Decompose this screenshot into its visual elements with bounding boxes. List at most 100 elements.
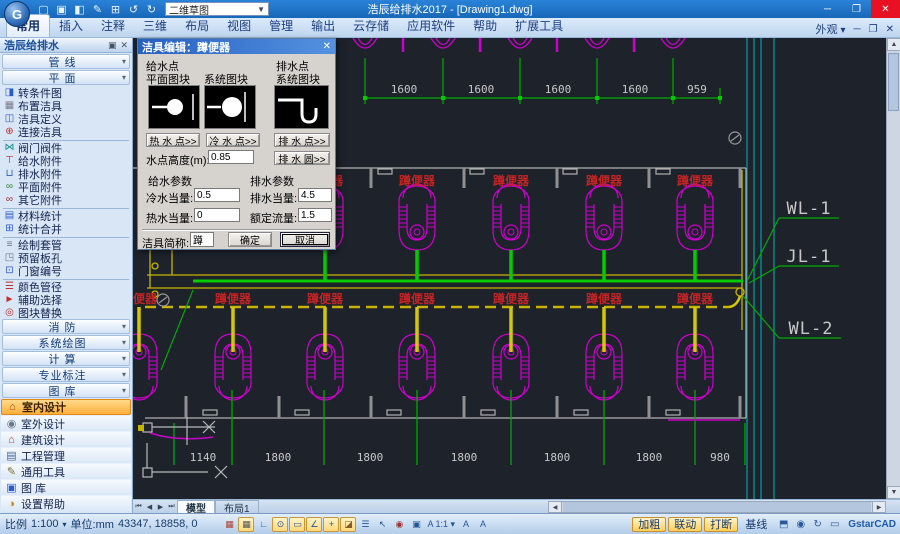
scroll-left-icon[interactable]: ◀: [549, 502, 562, 512]
rated-flow-input[interactable]: 1.5: [298, 208, 332, 222]
scroll-right-icon[interactable]: ▶: [872, 502, 885, 512]
palette-item-其它附件[interactable]: ∞其它附件: [0, 193, 132, 206]
ribbon-tab-注释[interactable]: 注释: [92, 15, 134, 37]
palette-item-通用工具[interactable]: ✎通用工具: [1, 463, 131, 479]
scroll-up-icon[interactable]: ▲: [887, 38, 900, 51]
osnap-icon[interactable]: ▭: [289, 517, 305, 532]
ribbon-tab-三维[interactable]: 三维: [134, 15, 176, 37]
annotation-scale-icon[interactable]: A 1:1 ▾: [425, 517, 457, 532]
horizontal-scroll-thumb[interactable]: [563, 502, 871, 512]
water-height-input[interactable]: 0.85: [208, 150, 254, 164]
palette-group-计算[interactable]: 计 算▾: [2, 351, 130, 366]
ribbon-tab-帮助[interactable]: 帮助: [464, 15, 506, 37]
close-button[interactable]: ✕: [871, 0, 900, 18]
palette-item-连接洁具[interactable]: ⊕连接洁具: [0, 125, 132, 138]
palette-group-平面[interactable]: 平 面▾: [2, 70, 130, 85]
last-sheet-icon[interactable]: ⏭: [166, 503, 177, 511]
selection-cycling-icon[interactable]: ↖: [374, 517, 390, 532]
ribbon-tab-输出[interactable]: 输出: [302, 15, 344, 37]
palette-group-管线[interactable]: 管 线▾: [2, 54, 130, 69]
open-file-icon[interactable]: ▣: [54, 2, 69, 16]
palette-group-专业标注[interactable]: 专业标注▾: [2, 367, 130, 382]
isolate-objects-icon[interactable]: ◉: [792, 517, 809, 532]
scale-value[interactable]: 1:100: [31, 518, 59, 530]
ribbon-tab-布局[interactable]: 布局: [176, 15, 218, 37]
dialog-title-bar[interactable]: 洁具编辑：蹲便器 ✕: [138, 39, 335, 54]
ribbon-tab-云存储[interactable]: 云存储: [344, 15, 398, 37]
toggle-打断[interactable]: 打断: [704, 517, 738, 532]
palette-item-建筑设计[interactable]: ⌂建筑设计: [1, 431, 131, 447]
redo-icon[interactable]: ↻: [144, 2, 159, 16]
lock-ui-icon[interactable]: ⬒: [775, 517, 792, 532]
palette-item-门窗编号[interactable]: ⊡门窗编号: [0, 264, 132, 277]
restore-button[interactable]: ❐: [842, 0, 871, 18]
plot-icon[interactable]: ✎: [90, 2, 105, 16]
dynamic-input-icon[interactable]: +: [323, 517, 339, 532]
cancel-button[interactable]: 取消: [280, 232, 330, 247]
minimize-button[interactable]: ─: [813, 0, 842, 18]
hot-water-point-button[interactable]: 热 水 点>>: [146, 133, 200, 147]
chevron-down-icon[interactable]: ▾: [63, 520, 67, 529]
undo-icon[interactable]: ↺: [126, 2, 141, 16]
app-logo-icon[interactable]: G: [4, 1, 30, 27]
toggle-基线[interactable]: 基线: [740, 517, 772, 532]
drain-block-preview[interactable]: [274, 85, 329, 129]
drain-point-button[interactable]: 排 水 点>>: [274, 133, 330, 147]
palette-item-工程管理[interactable]: ▤工程管理: [1, 447, 131, 463]
doc-minimize-button[interactable]: ─: [854, 24, 861, 35]
pin-icon[interactable]: ▣: [108, 40, 117, 51]
auto-annotation-icon[interactable]: A: [475, 517, 491, 532]
ok-button[interactable]: 确定: [228, 232, 272, 247]
workspace-combo[interactable]: 二维草图 ▼: [165, 2, 269, 16]
close-icon[interactable]: ✕: [323, 41, 331, 52]
close-icon[interactable]: ✕: [120, 40, 128, 51]
appearance-dropdown[interactable]: 外观 ▾: [815, 21, 845, 37]
polar-tracking-icon[interactable]: ⊙: [272, 517, 288, 532]
prev-sheet-icon[interactable]: ◀: [144, 503, 155, 511]
next-sheet-icon[interactable]: ▶: [155, 503, 166, 511]
grid-display-icon[interactable]: ▦: [221, 517, 237, 532]
cold-equiv-input[interactable]: 0.5: [194, 188, 240, 202]
palette-item-图库[interactable]: ▣图 库: [1, 479, 131, 495]
palette-group-图库[interactable]: 图 库▾: [2, 383, 130, 398]
sheet-tab-模型[interactable]: 模型: [177, 500, 215, 513]
cold-water-point-button[interactable]: 冷 水 点>>: [206, 133, 260, 147]
plan-block-preview[interactable]: [148, 85, 200, 129]
drain-equiv-input[interactable]: 4.5: [298, 188, 332, 202]
transparency-icon[interactable]: ☰: [357, 517, 373, 532]
workspace-switch-icon[interactable]: ▣: [408, 517, 424, 532]
horizontal-scrollbar[interactable]: ◀ ▶: [548, 501, 886, 513]
clean-screen-icon[interactable]: ↻: [809, 517, 826, 532]
fullscreen-icon[interactable]: ▭: [826, 517, 843, 532]
annotation-visibility-icon[interactable]: A: [458, 517, 474, 532]
annotation-monitor-icon[interactable]: ◉: [391, 517, 407, 532]
drain-circle-button[interactable]: 排 水 圆>>: [274, 151, 330, 165]
vertical-scrollbar[interactable]: ▲ ▼: [886, 38, 900, 499]
ribbon-tab-应用软件[interactable]: 应用软件: [398, 15, 464, 37]
ribbon-tab-管理[interactable]: 管理: [260, 15, 302, 37]
doc-close-button[interactable]: ✕: [886, 24, 894, 35]
vertical-scroll-thumb[interactable]: [888, 53, 899, 111]
save-file-icon[interactable]: ◧: [72, 2, 87, 16]
first-sheet-icon[interactable]: ⏮: [133, 503, 144, 511]
snap-grid-icon[interactable]: ▦: [238, 517, 254, 532]
short-name-input[interactable]: 蹲: [190, 232, 214, 247]
toggle-联动[interactable]: 联动: [668, 517, 702, 532]
palette-item-室内设计[interactable]: ⌂室内设计: [1, 399, 131, 415]
ribbon-tab-视图[interactable]: 视图: [218, 15, 260, 37]
system-block-preview[interactable]: [204, 85, 256, 129]
hot-equiv-input[interactable]: 0: [194, 208, 240, 222]
toggle-加粗[interactable]: 加粗: [632, 517, 666, 532]
ortho-icon[interactable]: ∟: [255, 517, 271, 532]
ribbon-tab-插入[interactable]: 插入: [50, 15, 92, 37]
palette-group-系统绘图[interactable]: 系统绘图▾: [2, 335, 130, 350]
sheet-tab-布局1[interactable]: 布局1: [215, 500, 259, 513]
ribbon-tab-扩展工具[interactable]: 扩展工具: [506, 15, 572, 37]
palette-item-室外设计[interactable]: ◉室外设计: [1, 415, 131, 431]
palette-item-设置帮助[interactable]: ◑设置帮助: [1, 495, 131, 511]
scroll-down-icon[interactable]: ▼: [887, 486, 900, 499]
print-icon[interactable]: ⊞: [108, 2, 123, 16]
palette-item-图块替换[interactable]: ◎图块替换: [0, 306, 132, 319]
otrack-icon[interactable]: ∠: [306, 517, 322, 532]
lineweight-icon[interactable]: ◪: [340, 517, 356, 532]
